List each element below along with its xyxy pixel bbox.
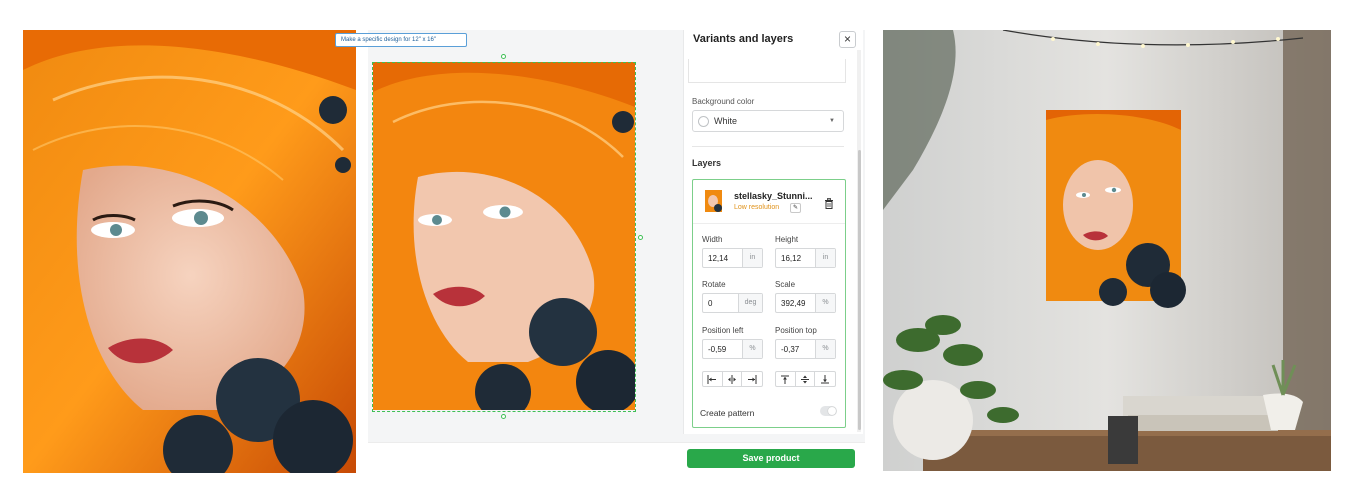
vertical-align-group (775, 371, 836, 387)
align-left-icon[interactable] (703, 372, 723, 386)
resize-handle-bottom[interactable] (501, 414, 506, 419)
rotate-label: Rotate (702, 280, 726, 289)
align-top-icon[interactable] (776, 372, 796, 386)
low-resolution-warning: Low resolution (734, 204, 780, 211)
height-label: Height (775, 235, 799, 244)
panel-title: Variants and layers (693, 33, 794, 45)
position-left-label: Position left (702, 326, 744, 335)
scale-label: Scale (775, 280, 796, 289)
toggle-knob (828, 407, 836, 415)
create-pattern-toggle[interactable] (820, 406, 837, 416)
position-left-value: -0,59 (708, 345, 727, 354)
width-label: Width (702, 235, 723, 244)
height-field[interactable]: 16,12 in (775, 248, 836, 268)
trash-icon[interactable] (824, 196, 834, 209)
resize-handle-top[interactable] (501, 54, 506, 59)
position-left-field[interactable]: -0,59 % (702, 339, 763, 359)
selection-outline (372, 62, 636, 412)
color-swatch (698, 116, 709, 127)
align-center-h-icon[interactable] (723, 372, 743, 386)
layers-title: Layers (692, 158, 722, 168)
scale-field[interactable]: 392,49 % (775, 293, 836, 313)
background-color-label: Background color (692, 97, 755, 106)
height-value: 16,12 (781, 254, 802, 263)
scale-unit: % (815, 294, 835, 312)
layer-name: stellasky_Stunni... (734, 191, 813, 201)
panel-scrollbar-thumb[interactable] (858, 150, 861, 430)
scale-value: 392,49 (781, 299, 806, 308)
chevron-down-icon: ▼ (829, 118, 835, 124)
position-top-field[interactable]: -0,37 % (775, 339, 836, 359)
section-divider (692, 146, 844, 147)
create-pattern-label: Create pattern (700, 408, 755, 418)
resize-handle-right[interactable] (638, 235, 643, 240)
align-bottom-icon[interactable] (815, 372, 835, 386)
width-value: 12,14 (708, 254, 729, 263)
position-left-unit: % (742, 340, 762, 358)
position-top-label: Position top (775, 326, 817, 335)
specific-design-link[interactable]: Make a specific design for 12" x 16" (335, 33, 467, 47)
close-icon[interactable]: × (839, 31, 856, 48)
background-color-select[interactable]: White ▼ (692, 110, 844, 132)
room-mockup-preview (883, 30, 1331, 471)
enhance-icon[interactable]: ✎ (790, 203, 801, 213)
horizontal-align-group (702, 371, 763, 387)
card-divider (693, 223, 845, 224)
rotate-field[interactable]: 0 deg (702, 293, 763, 313)
height-unit: in (815, 249, 835, 267)
align-right-icon[interactable] (742, 372, 762, 386)
rotate-unit: deg (738, 294, 762, 312)
save-product-button[interactable]: Save product (687, 449, 855, 468)
layer-thumbnail (705, 190, 722, 212)
background-color-value: White (714, 116, 738, 126)
design-artwork-preview (23, 30, 356, 473)
specific-design-box (688, 59, 846, 83)
width-field[interactable]: 12,14 in (702, 248, 763, 268)
width-unit: in (742, 249, 762, 267)
product-editor-screen: Variants and layers × Make a specific de… (0, 0, 1358, 485)
design-canvas[interactable] (368, 30, 673, 442)
align-center-v-icon[interactable] (796, 372, 816, 386)
position-top-unit: % (815, 340, 835, 358)
position-top-value: -0,37 (781, 345, 800, 354)
rotate-value: 0 (708, 299, 713, 308)
